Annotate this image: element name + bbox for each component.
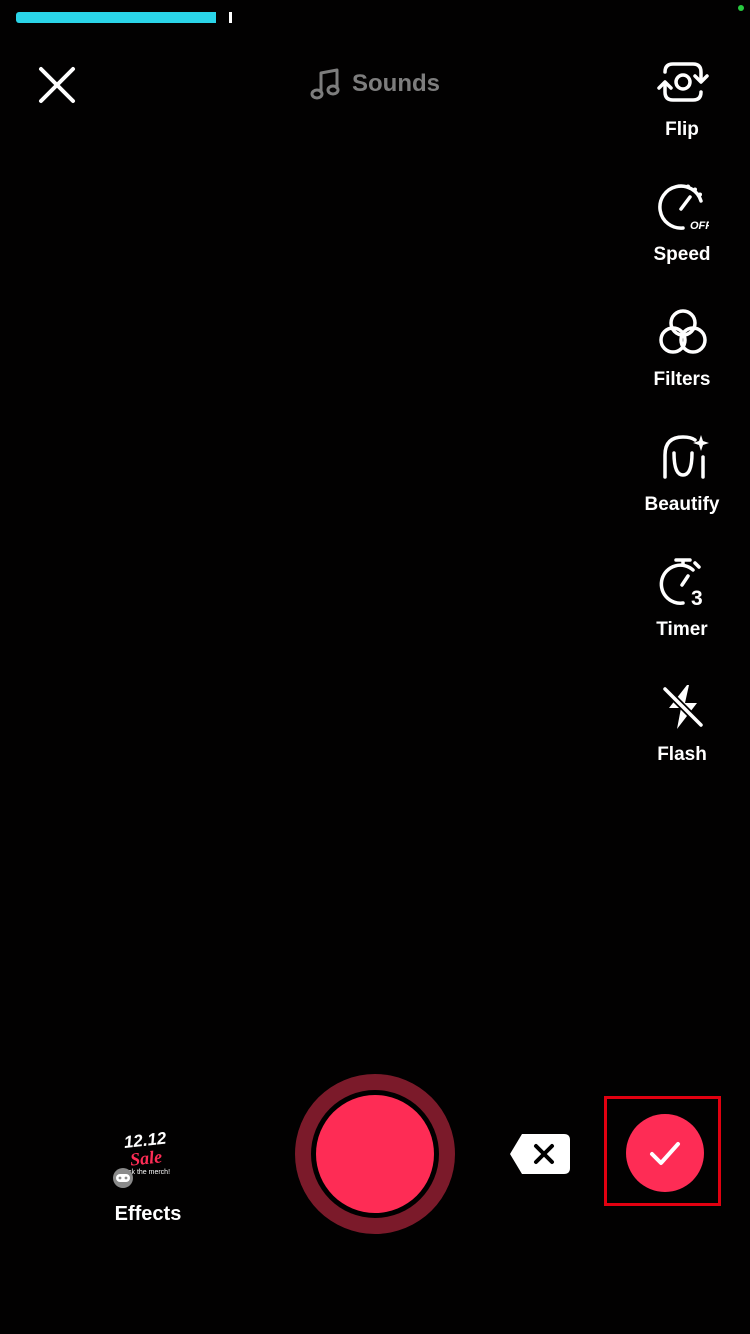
filters-button[interactable]: Filters — [614, 306, 750, 416]
camera-screen: Sounds Flip OFF Speed — [0, 0, 750, 1334]
record-button-core[interactable] — [316, 1095, 434, 1213]
flash-off-icon — [662, 685, 704, 729]
sounds-label: Sounds — [352, 70, 440, 97]
recording-progress-fill — [16, 12, 216, 23]
effects-label: Effects — [114, 1203, 182, 1225]
flip-camera-icon — [657, 62, 709, 102]
timer-label: Timer — [656, 619, 708, 640]
effects-thumbnail: 12.12 Sale ck the merch! — [113, 1129, 170, 1188]
close-button[interactable] — [36, 64, 78, 106]
confirm-button[interactable] — [626, 1114, 704, 1192]
flash-button[interactable]: Flash — [614, 681, 750, 791]
progress-marker — [229, 12, 232, 23]
flip-label: Flip — [665, 119, 699, 140]
speed-off-badge: OFF — [690, 220, 709, 232]
camera-active-indicator — [738, 5, 744, 11]
timer-seconds-badge: 3 — [691, 587, 703, 608]
effects-button[interactable]: 12.12 Sale ck the merch! Effects — [98, 1124, 198, 1234]
speed-label: Speed — [653, 244, 711, 265]
backspace-icon — [510, 1134, 570, 1174]
delete-last-clip-button[interactable] — [508, 1132, 572, 1176]
timer-button[interactable]: 3 Timer — [614, 556, 750, 666]
speed-button[interactable]: OFF Speed — [614, 181, 750, 291]
filters-icon — [659, 309, 707, 354]
beautify-icon — [663, 435, 709, 479]
flip-button[interactable]: Flip — [614, 56, 750, 166]
recording-progress-bar — [16, 12, 232, 23]
speed-icon: OFF — [658, 184, 709, 232]
close-icon — [39, 67, 75, 103]
effects-thumb-sale: Sale — [129, 1146, 163, 1169]
beautify-label: Beautify — [644, 494, 720, 515]
sounds-button[interactable]: Sounds — [310, 66, 440, 102]
beautify-button[interactable]: Beautify — [614, 431, 750, 541]
timer-icon: 3 — [659, 558, 703, 608]
flash-label: Flash — [657, 744, 707, 765]
effects-thumb-caption: ck the merch! — [128, 1169, 170, 1176]
music-note-icon — [310, 68, 340, 100]
checkmark-icon — [650, 1142, 680, 1165]
filters-label: Filters — [653, 369, 711, 390]
